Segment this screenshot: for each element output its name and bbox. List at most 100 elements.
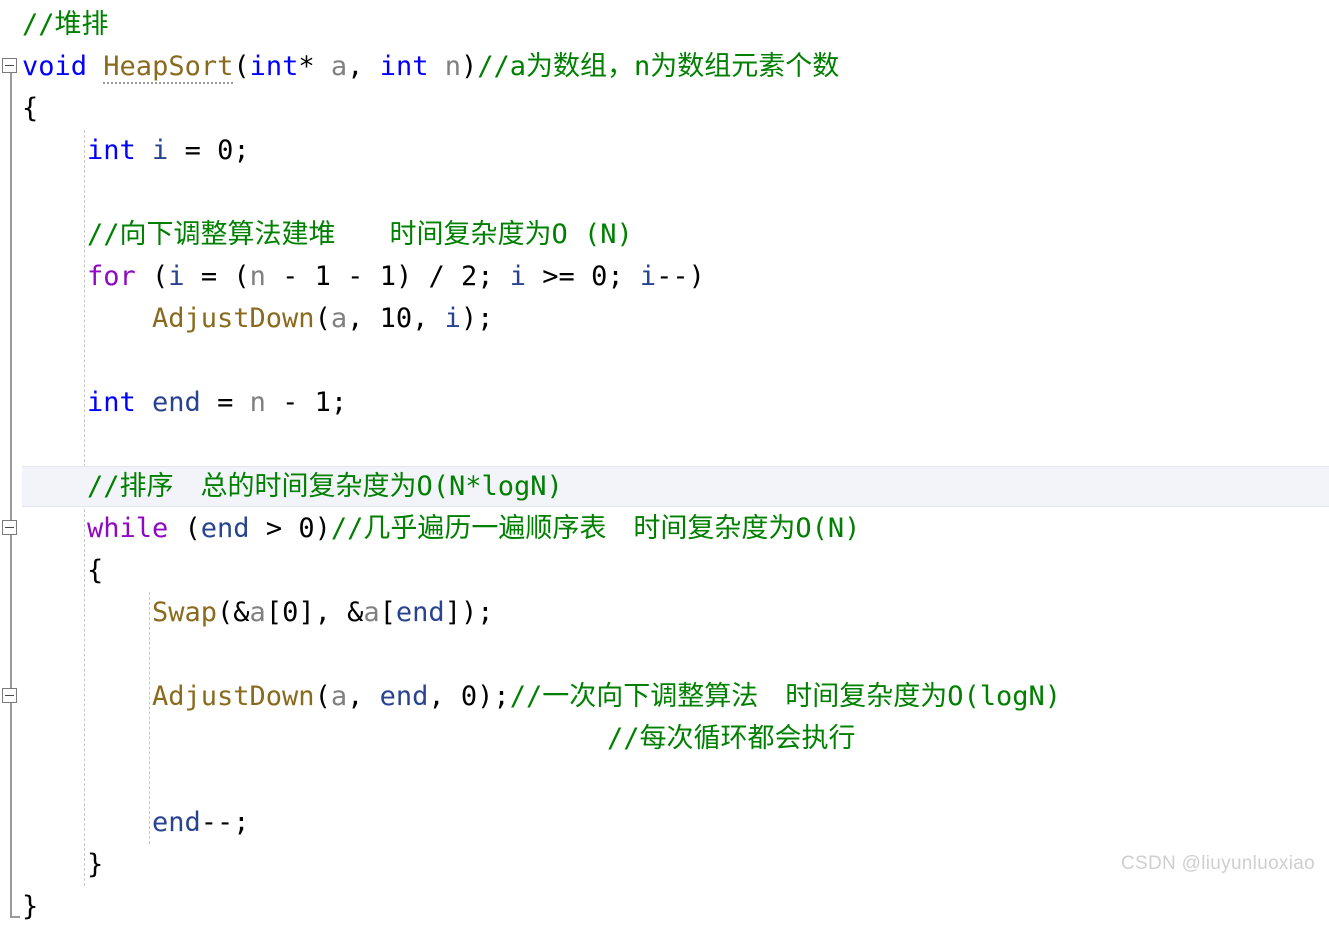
- code-token: a: [330, 303, 348, 334]
- code-token: 10: [379, 303, 413, 334]
- code-token: end: [152, 807, 201, 838]
- code-token: end: [395, 597, 445, 628]
- code-token: );: [477, 681, 510, 712]
- code-line[interactable]: while (end > 0)//几乎遍历一遍顺序表 时间复杂度为O(N): [0, 508, 1329, 550]
- code-token: = (: [184, 261, 250, 292]
- code-token: ,: [347, 681, 380, 712]
- code-token: ], &: [298, 597, 364, 628]
- code-token: ,: [347, 51, 380, 82]
- code-token: --): [656, 261, 705, 292]
- code-token: -: [265, 261, 315, 292]
- code-token: a: [330, 51, 348, 82]
- code-token: end: [379, 681, 429, 712]
- code-token: );: [460, 303, 494, 334]
- code-token: //几乎遍历一遍顺序表 时间复杂度为O(N): [330, 513, 861, 544]
- code-token: int: [379, 51, 429, 82]
- code-line[interactable]: //堆排: [0, 4, 1329, 46]
- code-token: 0: [460, 681, 478, 712]
- code-line[interactable]: int i = 0;: [0, 130, 1329, 172]
- code-token: AdjustDown: [152, 303, 315, 334]
- code-token: (&: [217, 597, 250, 628]
- code-token: //堆排: [22, 9, 109, 40]
- code-token: --;: [200, 807, 250, 838]
- code-token: n: [249, 261, 266, 292]
- code-token: 0: [282, 597, 299, 628]
- code-line[interactable]: }: [0, 886, 1329, 928]
- code-token: ;: [607, 261, 640, 292]
- code-token: ): [314, 513, 331, 544]
- code-token: -: [265, 387, 315, 418]
- code-token: a: [330, 681, 348, 712]
- code-token: *: [298, 51, 331, 82]
- code-token: ) /: [395, 261, 461, 292]
- code-token: =: [200, 387, 250, 418]
- code-token: AdjustDown: [152, 681, 315, 712]
- code-line[interactable]: int end = n - 1;: [0, 382, 1329, 424]
- code-token: int: [87, 135, 136, 166]
- code-token: (: [168, 513, 201, 544]
- code-line[interactable]: AdjustDown(a, end, 0);//一次向下调整算法 时间复杂度为O…: [0, 676, 1329, 718]
- code-token: ]);: [444, 597, 494, 628]
- code-line[interactable]: //每次循环都会执行: [0, 718, 1329, 760]
- code-token: int: [249, 51, 299, 82]
- code-token: void: [22, 51, 88, 82]
- code-token: 0: [217, 135, 234, 166]
- code-token: for: [87, 261, 136, 292]
- code-token: (: [233, 51, 250, 82]
- code-token: i: [168, 261, 185, 292]
- code-line[interactable]: [0, 424, 1329, 466]
- code-token: >: [249, 513, 299, 544]
- code-line[interactable]: {: [0, 550, 1329, 592]
- code-token: (: [135, 261, 169, 292]
- code-token: i: [444, 303, 461, 334]
- code-line[interactable]: [0, 634, 1329, 676]
- code-token: a: [363, 597, 380, 628]
- code-token: 1: [314, 261, 331, 292]
- code-token: a: [249, 597, 266, 628]
- code-token: ;: [477, 261, 510, 292]
- code-line[interactable]: //排序 总的时间复杂度为O(N*logN): [0, 466, 1329, 508]
- code-token: i: [509, 261, 527, 292]
- code-token: >=: [526, 261, 592, 292]
- code-token: n: [444, 51, 461, 82]
- code-token: -: [330, 261, 380, 292]
- code-token: //a为数组，n为数组元素个数: [477, 51, 840, 82]
- code-token: int: [87, 387, 136, 418]
- code-token: ): [461, 51, 478, 82]
- code-token: Swap: [152, 597, 218, 628]
- code-line[interactable]: [0, 340, 1329, 382]
- code-token: {: [87, 555, 104, 586]
- code-line[interactable]: for (i = (n - 1 - 1) / 2; i >= 0; i--): [0, 256, 1329, 298]
- code-line[interactable]: AdjustDown(a, 10, i);: [0, 298, 1329, 340]
- code-line[interactable]: //向下调整算法建堆 时间复杂度为O (N): [0, 214, 1329, 256]
- code-token: HeapSort: [103, 51, 234, 84]
- code-token: {: [22, 93, 39, 124]
- code-token: }: [22, 891, 39, 922]
- code-token: =: [168, 135, 218, 166]
- code-token: (: [314, 681, 331, 712]
- code-token: ;: [330, 387, 348, 418]
- code-line[interactable]: [0, 172, 1329, 214]
- code-token: n: [249, 387, 266, 418]
- code-token: //向下调整算法建堆 时间复杂度为O (N): [87, 219, 633, 250]
- code-token: ,: [428, 681, 461, 712]
- code-token: 1: [379, 261, 396, 292]
- code-line[interactable]: [0, 760, 1329, 802]
- code-token: i: [639, 261, 657, 292]
- code-token: end: [152, 387, 201, 418]
- code-token: i: [152, 135, 169, 166]
- code-line[interactable]: {: [0, 88, 1329, 130]
- code-editor[interactable]: //堆排 void HeapSort(int* a, int n)//a为数组，n…: [0, 0, 1329, 922]
- code-line[interactable]: end--;: [0, 802, 1329, 844]
- code-token: 0: [591, 261, 608, 292]
- code-token: end: [200, 513, 250, 544]
- code-line[interactable]: void HeapSort(int* a, int n)//a为数组，n为数组元…: [0, 46, 1329, 88]
- code-token: }: [87, 849, 104, 880]
- code-line[interactable]: Swap(&a[0], &a[end]);: [0, 592, 1329, 634]
- code-token: //排序 总的时间复杂度为O(N*logN): [87, 471, 563, 502]
- code-token: ;: [233, 135, 250, 166]
